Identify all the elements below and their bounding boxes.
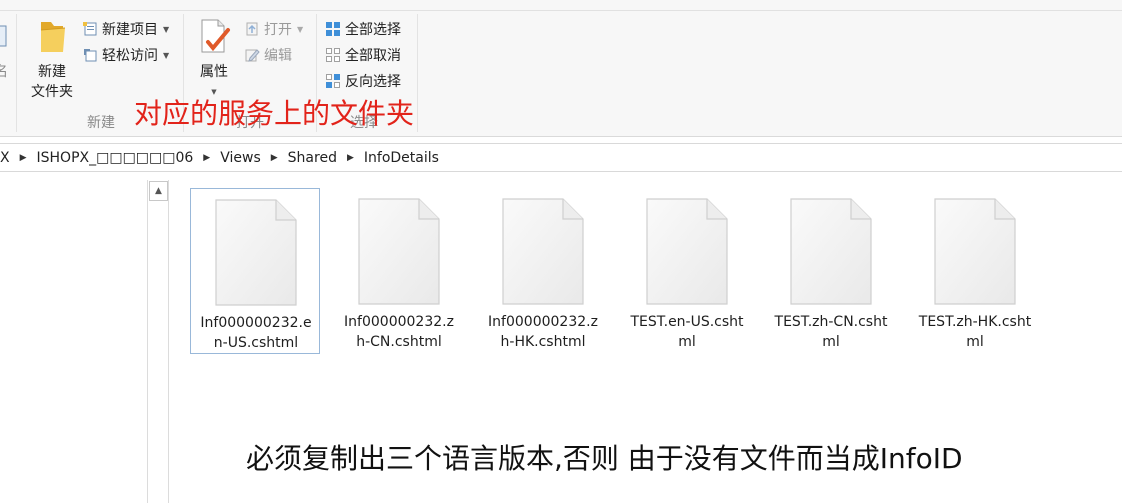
breadcrumb-item[interactable]: X (0, 150, 14, 166)
breadcrumb: X ▶ ISHOPX_□□□□□□06 ▶ Views ▶ Shared ▶ I… (0, 143, 1122, 172)
select-none-button[interactable]: 全部取消 (325, 44, 401, 66)
select-all-icon (326, 22, 340, 36)
new-item-icon (83, 22, 97, 36)
file-name: Inf000000232.en-US.cshtml (200, 315, 312, 351)
breadcrumb-item[interactable]: ISHOPX_□□□□□□06 (33, 150, 198, 166)
folder-icon (40, 22, 66, 52)
group-separator (417, 14, 418, 132)
file-icon (502, 198, 584, 305)
file-item[interactable]: TEST.zh-CN.cshtml (766, 188, 896, 354)
properties-button[interactable]: 属性 ▼ (192, 16, 236, 102)
easy-access-label: 轻松访问 (102, 48, 158, 64)
invert-selection-button[interactable]: 反向选择 (325, 70, 401, 92)
annotation-bottom: 必须复制出三个语言版本,否则 由于没有文件而当成InfoID (246, 442, 963, 475)
chevron-right-icon[interactable]: ▶ (14, 153, 33, 163)
properties-icon (201, 19, 230, 53)
edit-label: 编辑 (264, 48, 292, 64)
scroll-up-icon[interactable]: ▲ (149, 181, 168, 201)
edit-icon (245, 49, 260, 62)
annotation-top: 对应的服务上的文件夹 (134, 97, 415, 130)
invert-selection-icon (326, 74, 340, 88)
chevron-right-icon[interactable]: ▶ (265, 153, 284, 163)
breadcrumb-item[interactable]: Views (216, 150, 265, 166)
open-label: 打开 (264, 22, 292, 38)
file-icon (646, 198, 728, 305)
file-name: Inf000000232.zh-HK.cshtml (488, 314, 598, 350)
file-name: Inf000000232.zh-CN.cshtml (344, 314, 454, 350)
select-all-label: 全部选择 (345, 22, 401, 38)
chevron-down-icon: ▼ (163, 24, 170, 34)
file-icon (358, 198, 440, 305)
invert-selection-label: 反向选择 (345, 74, 401, 90)
group-separator (16, 14, 17, 132)
partial-rename-button[interactable]: 名 (0, 18, 12, 82)
chevron-right-icon[interactable]: ▶ (341, 153, 360, 163)
new-item-button[interactable]: 新建项目 ▼ (82, 18, 169, 40)
file-item[interactable]: TEST.zh-HK.cshtml (910, 188, 1040, 354)
file-icon (790, 198, 872, 305)
new-item-label: 新建项目 (102, 22, 158, 38)
easy-access-icon (84, 49, 97, 62)
ribbon-top-divider (0, 10, 1122, 11)
select-none-icon (326, 48, 340, 62)
file-item[interactable]: Inf000000232.zh-CN.cshtml (334, 188, 464, 354)
new-folder-label-1: 新建 (38, 64, 66, 80)
open-icon (246, 22, 258, 36)
group-label-new: 新建 (87, 115, 115, 131)
file-icon (934, 198, 1016, 305)
new-folder-label-2: 文件夹 (31, 84, 73, 100)
chevron-down-icon: ▼ (163, 50, 170, 60)
chevron-right-icon[interactable]: ▶ (197, 153, 216, 163)
properties-label: 属性 (200, 64, 228, 80)
chevron-down-icon: ▼ (297, 24, 304, 34)
file-name: TEST.en-US.cshtml (630, 314, 744, 350)
file-icon (215, 199, 297, 306)
select-all-button[interactable]: 全部选择 (325, 18, 401, 40)
nav-pane-scrollbar[interactable]: ▲ (147, 180, 169, 503)
easy-access-button[interactable]: 轻松访问 ▼ (82, 44, 169, 66)
file-item[interactable]: TEST.en-US.cshtml (622, 188, 752, 354)
ribbon: 名 新建 文件夹 新建项目 ▼ 轻松访问 ▼ 新建 属性 ▼ 打开 ▼ 编辑 打… (0, 0, 1122, 137)
file-name: TEST.zh-HK.cshtml (918, 314, 1032, 350)
breadcrumb-item[interactable]: InfoDetails (360, 150, 443, 166)
new-folder-button[interactable]: 新建 文件夹 (26, 16, 78, 102)
breadcrumb-item[interactable]: Shared (284, 150, 341, 166)
edit-button[interactable]: 编辑 (244, 44, 292, 66)
rename-icon (0, 25, 7, 47)
file-item[interactable]: Inf000000232.zh-HK.cshtml (478, 188, 608, 354)
open-button[interactable]: 打开 ▼ (244, 18, 303, 40)
file-item[interactable]: Inf000000232.en-US.cshtml (190, 188, 320, 354)
file-name: TEST.zh-CN.cshtml (774, 314, 888, 350)
select-none-label: 全部取消 (345, 48, 401, 64)
partial-left-label: 名 (0, 64, 8, 80)
